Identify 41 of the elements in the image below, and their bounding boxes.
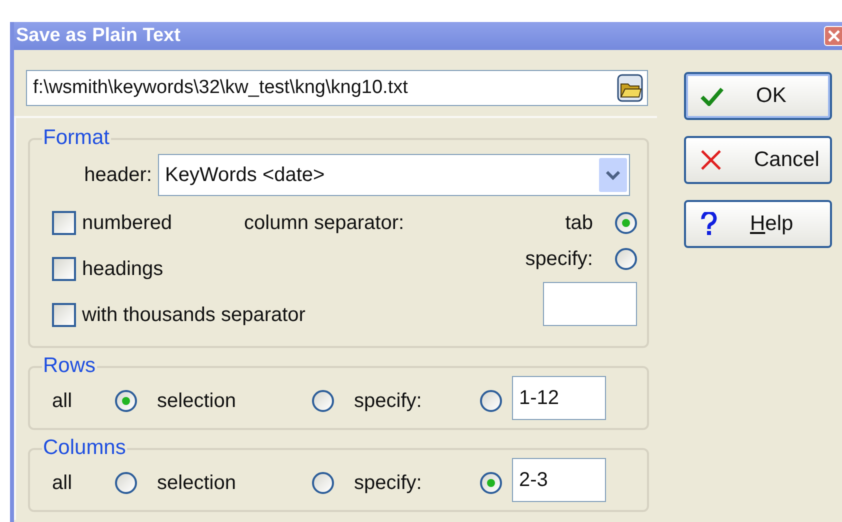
- checkbox[interactable]: [52, 303, 76, 327]
- checkbox-label: with thousands separator: [82, 303, 306, 328]
- file-path-field[interactable]: f:\wsmith\keywords\32\kw_test\kng\kng10.txt: [26, 70, 648, 106]
- window-title: Save as Plain Text: [16, 24, 180, 48]
- close-icon: [700, 149, 722, 171]
- radio-label: selection: [157, 389, 236, 414]
- range-field[interactable]: 2-3: [512, 458, 606, 502]
- dialog-button[interactable]: Cancel: [684, 136, 832, 184]
- checkbox-label: headings: [82, 257, 164, 282]
- dropdown-button[interactable]: [599, 158, 627, 192]
- close-icon: [828, 30, 840, 42]
- dialog-button[interactable]: OK: [684, 72, 832, 120]
- checkbox[interactable]: [52, 211, 76, 235]
- dialog-button[interactable]: Help: [684, 200, 832, 248]
- header-label: header:: [83, 163, 152, 188]
- radio-label: tab: [565, 211, 593, 236]
- help-icon: [700, 212, 718, 236]
- radio-button[interactable]: [615, 248, 637, 270]
- close-button[interactable]: [824, 26, 842, 46]
- radio-button[interactable]: [115, 472, 137, 494]
- radio-button[interactable]: [480, 390, 502, 412]
- radio-button[interactable]: [312, 472, 334, 494]
- checkbox-label: numbered: [82, 211, 172, 236]
- range-field[interactable]: 1-12: [512, 376, 606, 420]
- radio-label: all: [52, 389, 72, 414]
- radio-label: specify:: [525, 247, 593, 272]
- radio-label: selection: [157, 471, 236, 496]
- checkbox[interactable]: [52, 257, 76, 281]
- chevron-down-icon: [606, 170, 620, 180]
- radio-label: all: [52, 471, 72, 496]
- separator-field[interactable]: [543, 282, 637, 326]
- radio-button[interactable]: [115, 390, 137, 412]
- header-dropdown[interactable]: KeyWords <date>: [158, 154, 630, 196]
- checkmark-icon: [700, 86, 724, 106]
- separator-label: column separator:: [244, 211, 404, 232]
- radio-button[interactable]: [312, 390, 334, 412]
- folder-icon[interactable]: [617, 74, 643, 102]
- radio-label: specify:: [354, 389, 422, 414]
- radio-button[interactable]: [615, 212, 637, 234]
- radio-label: specify:: [354, 471, 422, 496]
- radio-button[interactable]: [480, 472, 502, 494]
